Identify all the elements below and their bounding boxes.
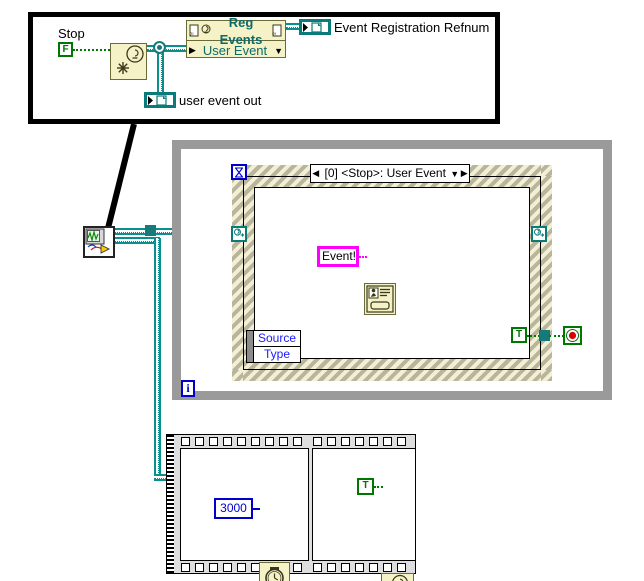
event-data-node[interactable]: Source Type [246, 330, 301, 363]
flat-sequence-structure [166, 434, 416, 574]
sequence-tick [209, 563, 218, 572]
reg-events-subtitle-row[interactable]: ▶ User Event ▼ [187, 41, 285, 60]
sequence-tick [195, 437, 204, 446]
sequence-tick [223, 563, 232, 572]
hourglass-icon [235, 166, 243, 178]
sequence-tick [313, 563, 322, 572]
event-data-row-source[interactable]: Source [254, 331, 300, 346]
callout-connector-line [104, 123, 137, 232]
sequence-tick [341, 563, 350, 572]
wire-create-event-out [147, 45, 191, 52]
sequence-tick [383, 563, 392, 572]
event-registration-refnum-terminal[interactable] [299, 19, 331, 35]
waveform-subvi[interactable] [83, 226, 115, 258]
event-dynamic-terminal-left[interactable] [231, 226, 247, 242]
timeout-terminal[interactable] [231, 164, 247, 180]
user-event-out-label: user event out [179, 93, 262, 108]
wire-tunnel-to-stop-terminal [549, 335, 564, 337]
wire-junction-subvi-top [145, 225, 156, 236]
wait-milliseconds-constant[interactable]: 3000 [214, 498, 253, 519]
refnum-in-icon: ?! [189, 24, 199, 38]
sequence-tick [355, 437, 364, 446]
sequence-tick [195, 563, 204, 572]
wire-branch-to-user-event-out [157, 48, 164, 97]
wire-true-to-generate-event [374, 486, 383, 488]
sequence-tick [251, 437, 260, 446]
sequence-tick [369, 563, 378, 572]
sequence-tick [369, 437, 378, 446]
waveform-subvi-icon [85, 228, 111, 254]
true-constant-event[interactable]: T [511, 327, 527, 343]
sequence-tick [397, 437, 406, 446]
event-registration-refnum-label: Event Registration Refnum [334, 20, 490, 35]
register-for-events-node[interactable]: ?! Reg Events ?! ▶ User Event ▼ [186, 15, 286, 60]
sequence-tick [237, 437, 246, 446]
user-event-out-terminal[interactable] [144, 92, 176, 108]
sequence-tick [341, 437, 350, 446]
event-message-constant[interactable]: Event! [317, 246, 359, 267]
sequence-tick [383, 437, 392, 446]
sequence-tick [223, 437, 232, 446]
false-constant[interactable]: F [58, 42, 73, 57]
event-terminal-icon [234, 228, 245, 237]
sequence-tick [209, 437, 218, 446]
sequence-frame-2 [312, 448, 416, 561]
sequence-tick [355, 563, 364, 572]
event-case-label: [0] <Stop>: User Event [324, 166, 446, 180]
event-data-row-type[interactable]: Type [254, 346, 300, 362]
loop-stop-terminal[interactable] [563, 326, 582, 345]
refnum-glyph-icon [303, 21, 322, 33]
block-diagram-canvas: Stop F ?! Reg Events ?! ▶ User Event ▼ E… [0, 0, 644, 581]
create-user-event-icon [117, 45, 144, 74]
sequence-tick [237, 563, 246, 572]
refnum-out-icon: ?! [272, 24, 282, 38]
wire-event-message-to-dialog [359, 256, 367, 258]
reg-events-input-arrow: ▶ [189, 45, 196, 55]
reg-events-subtitle: User Event [202, 43, 268, 58]
event-data-node-handle[interactable] [247, 331, 254, 362]
sequence-tick [293, 437, 302, 446]
wait-ms-icon [265, 567, 284, 581]
true-constant-generate-event[interactable]: T [357, 478, 374, 495]
reg-events-title-row: ?! Reg Events ?! [187, 15, 285, 47]
event-case-selector[interactable]: ◀ [0] <Stop>: User Event ▼ ▶ [310, 164, 470, 183]
sequence-tick [293, 563, 302, 572]
refnum-glyph-icon [148, 94, 167, 106]
sequence-tick [327, 437, 336, 446]
wire-3000-to-wait [253, 508, 260, 510]
case-dropdown-icon[interactable]: ▼ [450, 165, 460, 182]
stop-sign-icon [566, 329, 579, 342]
stop-label: Stop [58, 26, 85, 41]
user-event-small-icon [201, 24, 211, 33]
create-user-event-node[interactable] [110, 43, 147, 80]
sequence-tick [265, 437, 274, 446]
event-data-node-rows: Source Type [254, 331, 300, 362]
svg-text:?!: ?! [190, 32, 194, 38]
prev-case-arrow-icon[interactable]: ◀ [311, 165, 321, 182]
event-terminal-icon [534, 228, 545, 237]
wire-down-to-sequence [154, 238, 161, 477]
wire-false-to-create-event [73, 49, 110, 51]
sequence-tick [279, 437, 288, 446]
event-dynamic-terminal-right[interactable] [531, 226, 547, 242]
chevron-down-icon[interactable]: ▼ [274, 46, 283, 56]
sequence-tick [181, 437, 190, 446]
sequence-left-edge [167, 435, 174, 573]
iteration-terminal: i [181, 380, 195, 397]
wire-reg-events-to-refnum [286, 23, 300, 30]
wire-junction-top [153, 41, 166, 54]
one-button-dialog-node[interactable] [364, 283, 396, 315]
generate-user-event-node[interactable] [381, 573, 414, 581]
sequence-tick [397, 563, 406, 572]
one-button-dialog-icon [366, 285, 394, 313]
sequence-tick [313, 437, 322, 446]
svg-text:?!: ?! [272, 32, 276, 38]
wait-ms-node[interactable] [259, 562, 290, 581]
generate-user-event-icon [392, 574, 408, 581]
next-case-arrow-icon[interactable]: ▶ [459, 165, 469, 182]
sequence-tick [181, 563, 190, 572]
sequence-tick [327, 563, 336, 572]
